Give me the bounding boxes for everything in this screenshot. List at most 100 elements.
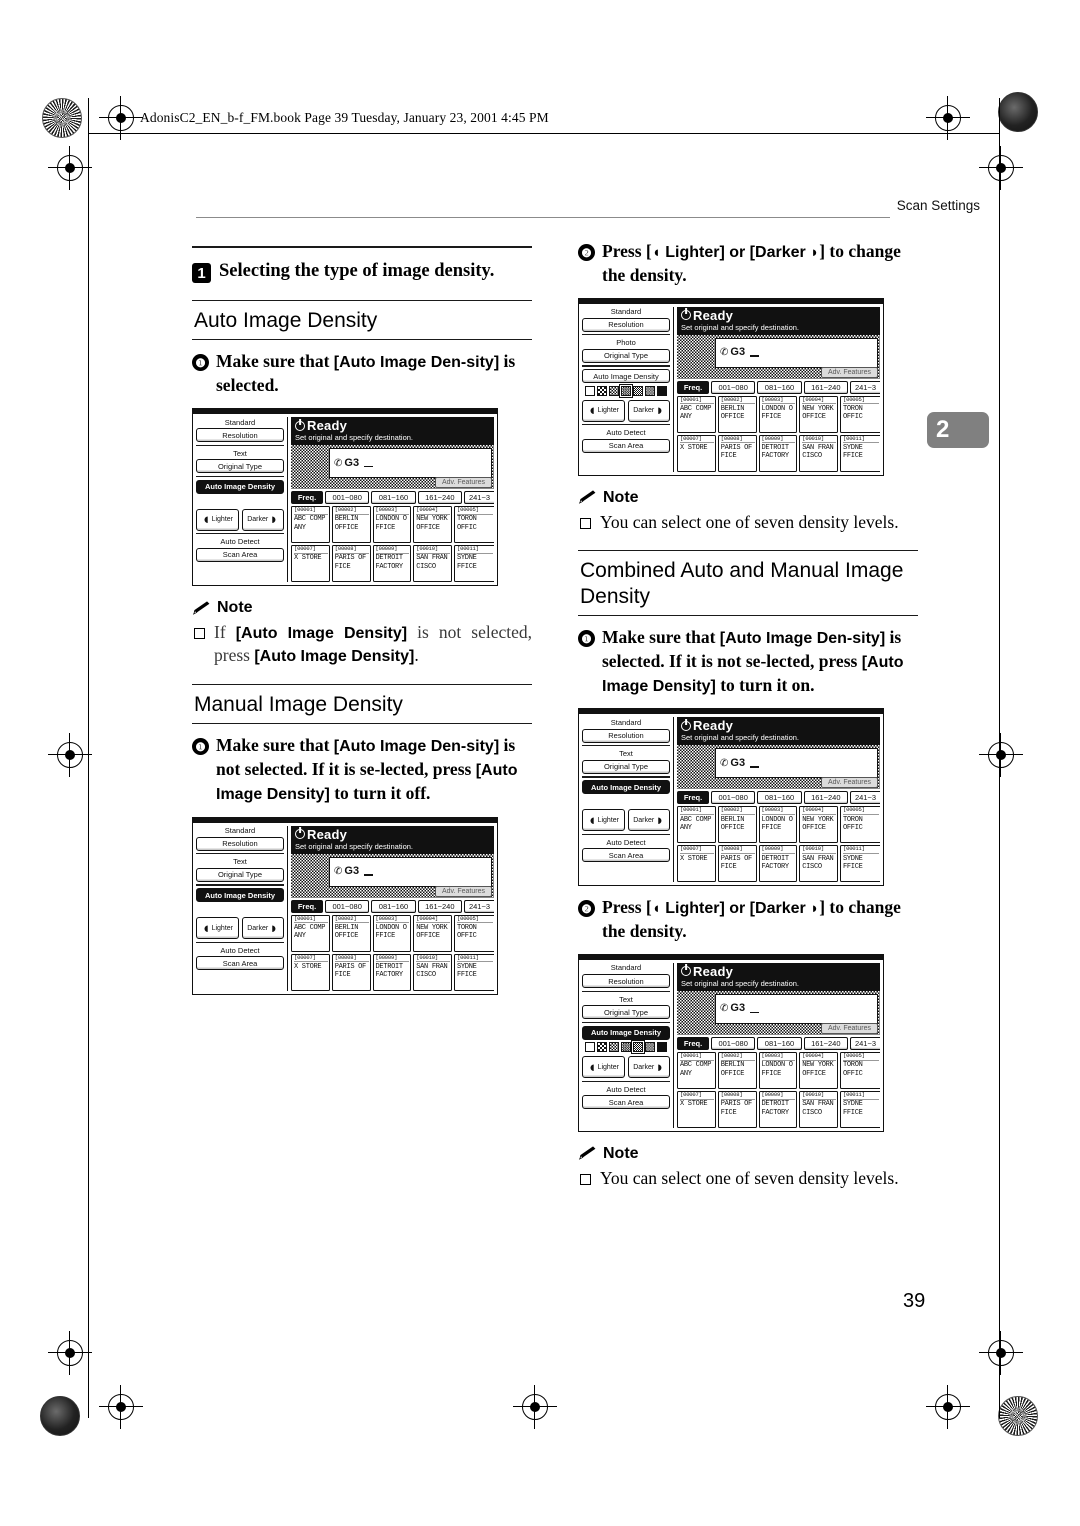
lcd-button-resolution[interactable]: Resolution bbox=[196, 836, 284, 851]
density-level-5[interactable] bbox=[633, 385, 643, 396]
lcd-button-scan-area[interactable]: Scan Area bbox=[582, 438, 670, 453]
destination-cell[interactable]: [00005] TORON OFFIC bbox=[840, 1051, 880, 1089]
lcd-button-original-type[interactable]: Original Type bbox=[196, 459, 284, 474]
lcd-destination-input[interactable]: ✆ G3 bbox=[329, 448, 492, 479]
destination-cell[interactable]: [00003] LONDON O FFICE bbox=[372, 914, 412, 952]
destination-cell[interactable]: [00004] NEW YORK OFFICE bbox=[799, 395, 838, 433]
lcd-tab-081-160[interactable]: 081~160 bbox=[757, 380, 802, 394]
destination-cell[interactable]: [00009] DETROIT FACTORY bbox=[372, 545, 412, 583]
destination-cell[interactable]: [00011] SYDNE FFICE bbox=[454, 953, 494, 991]
lcd-button-darker[interactable]: Darker bbox=[241, 508, 284, 531]
lcd-button-resolution[interactable]: Resolution bbox=[582, 728, 670, 743]
destination-cell[interactable]: [00002] BERLIN OFFICE bbox=[717, 1051, 757, 1089]
destination-cell[interactable]: [00005] TORON OFFIC bbox=[840, 806, 880, 844]
destination-cell[interactable]: [00007] X STORE bbox=[291, 545, 330, 583]
lcd-button-auto-image-density[interactable]: Auto Image Density bbox=[582, 369, 670, 384]
destination-cell[interactable]: [00007] X STORE bbox=[291, 953, 330, 991]
destination-cell[interactable]: [00008] PARIS OF FICE bbox=[717, 845, 757, 883]
destination-cell[interactable]: [00001] ABC COMP ANY bbox=[291, 506, 330, 544]
destination-cell[interactable]: [00009] DETROIT FACTORY bbox=[758, 1090, 798, 1128]
lcd-button-lighter[interactable]: Lighter bbox=[582, 809, 625, 832]
destination-cell[interactable]: [00011] SYDNE FFICE bbox=[840, 434, 880, 472]
lcd-button-adv-features[interactable]: Adv. Features bbox=[820, 366, 878, 378]
lcd-tab-081-160[interactable]: 081~160 bbox=[757, 1036, 802, 1050]
lcd-button-resolution[interactable]: Resolution bbox=[196, 428, 284, 443]
destination-cell[interactable]: [00005] TORON OFFIC bbox=[454, 506, 494, 544]
density-level-5[interactable] bbox=[631, 1040, 645, 1055]
lcd-tab-001-080[interactable]: 001~080 bbox=[711, 380, 756, 394]
lcd-tab-freq[interactable]: Freq. bbox=[291, 491, 323, 505]
destination-cell[interactable]: [00001] ABC COMP ANY bbox=[291, 914, 330, 952]
lcd-destination-input[interactable]: ✆ G3 bbox=[715, 337, 878, 368]
lcd-button-scan-area[interactable]: Scan Area bbox=[196, 547, 284, 562]
destination-cell[interactable]: [00008] PARIS OF FICE bbox=[717, 1090, 757, 1128]
lcd-tab-001-080[interactable]: 001~080 bbox=[711, 1036, 756, 1050]
lcd-destination-input[interactable]: ✆ G3 bbox=[715, 748, 878, 779]
lcd-button-resolution[interactable]: Resolution bbox=[582, 974, 670, 989]
lcd-destination-input[interactable]: ✆ G3 bbox=[329, 856, 492, 887]
destination-cell[interactable]: [00009] DETROIT FACTORY bbox=[372, 953, 412, 991]
destination-cell[interactable]: [00010] SAN FRAN CISCO bbox=[799, 434, 838, 472]
density-level-7[interactable] bbox=[657, 385, 667, 396]
lcd-destination-input[interactable]: ✆ G3 bbox=[715, 993, 878, 1024]
destination-cell[interactable]: [00010] SAN FRAN CISCO bbox=[799, 1090, 838, 1128]
lcd-tab-241-320[interactable]: 241~3 bbox=[849, 380, 880, 394]
lcd-button-auto-image-density[interactable]: Auto Image Density bbox=[582, 780, 670, 795]
lcd-button-scan-area[interactable]: Scan Area bbox=[196, 956, 284, 971]
density-level-3[interactable] bbox=[609, 385, 619, 396]
destination-cell[interactable]: [00001] ABC COMP ANY bbox=[677, 395, 716, 433]
density-level-4[interactable] bbox=[619, 383, 633, 398]
destination-cell[interactable]: [00003] LONDON O FFICE bbox=[372, 506, 412, 544]
destination-cell[interactable]: [00010] SAN FRAN CISCO bbox=[413, 545, 452, 583]
lcd-tab-161-240[interactable]: 161~240 bbox=[803, 1036, 848, 1050]
lcd-button-adv-features[interactable]: Adv. Features bbox=[434, 885, 492, 897]
lcd-button-adv-features[interactable]: Adv. Features bbox=[820, 1022, 878, 1034]
destination-cell[interactable]: [00001] ABC COMP ANY bbox=[677, 1051, 716, 1089]
destination-cell[interactable]: [00004] NEW YORK OFFICE bbox=[413, 506, 452, 544]
destination-cell[interactable]: [00001] ABC COMP ANY bbox=[677, 806, 716, 844]
destination-cell[interactable]: [00008] PARIS OF FICE bbox=[331, 545, 371, 583]
lcd-button-darker[interactable]: Darker bbox=[627, 809, 670, 832]
lcd-button-darker[interactable]: Darker bbox=[627, 399, 670, 422]
lcd-button-scan-area[interactable]: Scan Area bbox=[582, 848, 670, 863]
lcd-button-darker[interactable]: Darker bbox=[627, 1056, 670, 1079]
destination-cell[interactable]: [00002] BERLIN OFFICE bbox=[717, 806, 757, 844]
destination-cell[interactable]: [00004] NEW YORK OFFICE bbox=[799, 806, 838, 844]
density-level-2[interactable] bbox=[597, 385, 607, 396]
lcd-button-original-type[interactable]: Original Type bbox=[582, 1005, 670, 1020]
lcd-tab-081-160[interactable]: 081~160 bbox=[757, 791, 802, 805]
lcd-button-adv-features[interactable]: Adv. Features bbox=[820, 777, 878, 789]
destination-cell[interactable]: [00002] BERLIN OFFICE bbox=[331, 506, 371, 544]
density-level-4[interactable] bbox=[621, 1042, 631, 1053]
density-level-1[interactable] bbox=[585, 385, 595, 396]
lcd-button-darker[interactable]: Darker bbox=[241, 917, 284, 940]
destination-cell[interactable]: [00004] NEW YORK OFFICE bbox=[413, 914, 452, 952]
lcd-tab-161-240[interactable]: 161~240 bbox=[417, 899, 462, 913]
lcd-button-original-type[interactable]: Original Type bbox=[196, 867, 284, 882]
lcd-tab-161-240[interactable]: 161~240 bbox=[417, 491, 462, 505]
destination-cell[interactable]: [00008] PARIS OF FICE bbox=[331, 953, 371, 991]
density-level-1[interactable] bbox=[585, 1042, 595, 1053]
density-level-3[interactable] bbox=[609, 1042, 619, 1053]
lcd-button-original-type[interactable]: Original Type bbox=[582, 759, 670, 774]
density-level-6[interactable] bbox=[645, 385, 655, 396]
destination-cell[interactable]: [00010] SAN FRAN CISCO bbox=[413, 953, 452, 991]
destination-cell[interactable]: [00007] X STORE bbox=[677, 845, 716, 883]
destination-cell[interactable]: [00007] X STORE bbox=[677, 1090, 716, 1128]
destination-cell[interactable]: [00009] DETROIT FACTORY bbox=[758, 434, 798, 472]
lcd-tab-241-320[interactable]: 241~3 bbox=[849, 1036, 880, 1050]
lcd-button-scan-area[interactable]: Scan Area bbox=[582, 1095, 670, 1110]
lcd-tab-freq[interactable]: Freq. bbox=[291, 899, 323, 913]
lcd-button-lighter[interactable]: Lighter bbox=[582, 1056, 625, 1079]
lcd-tab-001-080[interactable]: 001~080 bbox=[325, 491, 370, 505]
destination-cell[interactable]: [00003] LONDON O FFICE bbox=[758, 1051, 798, 1089]
density-level-6[interactable] bbox=[645, 1042, 655, 1053]
lcd-tab-freq[interactable]: Freq. bbox=[677, 791, 709, 805]
lcd-tab-241-320[interactable]: 241~3 bbox=[463, 491, 494, 505]
lcd-button-lighter[interactable]: Lighter bbox=[196, 917, 239, 940]
lcd-tab-081-160[interactable]: 081~160 bbox=[371, 899, 416, 913]
lcd-tab-161-240[interactable]: 161~240 bbox=[803, 791, 848, 805]
destination-cell[interactable]: [00011] SYDNE FFICE bbox=[454, 545, 494, 583]
destination-cell[interactable]: [00003] LONDON O FFICE bbox=[758, 395, 798, 433]
lcd-button-adv-features[interactable]: Adv. Features bbox=[434, 477, 492, 489]
